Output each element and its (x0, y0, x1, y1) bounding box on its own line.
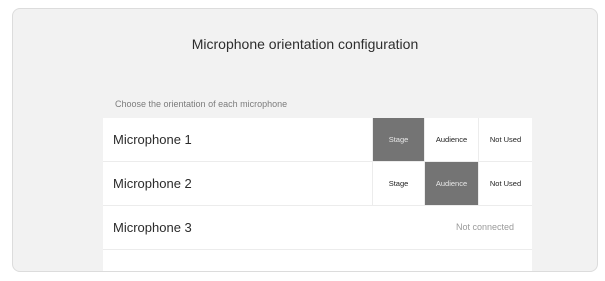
microphone-row-3: Microphone 3 Not connected (103, 206, 532, 250)
microphone-row-1: Microphone 1 Stage Audience Not Used (103, 118, 532, 162)
orientation-stage-button[interactable]: Stage (372, 118, 424, 161)
microphone-name: Microphone 3 (113, 220, 192, 235)
orientation-not-used-button[interactable]: Not Used (478, 118, 532, 161)
panel-subtitle: Choose the orientation of each microphon… (115, 99, 288, 109)
orientation-stage-button[interactable]: Stage (372, 162, 424, 205)
microphone-config-panel: Microphone orientation configuration Cho… (12, 8, 598, 272)
microphone-row-2: Microphone 2 Stage Audience Not Used (103, 162, 532, 206)
connection-status: Not connected (455, 222, 514, 232)
microphone-name: Microphone 2 (113, 176, 192, 191)
orientation-audience-button[interactable]: Audience (424, 118, 478, 161)
panel-title: Microphone orientation configuration (191, 36, 419, 52)
microphone-list: Microphone 1 Stage Audience Not Used Mic… (103, 118, 532, 271)
orientation-audience-button[interactable]: Audience (424, 162, 478, 205)
microphone-name: Microphone 1 (113, 132, 192, 147)
orientation-not-used-button[interactable]: Not Used (478, 162, 532, 205)
